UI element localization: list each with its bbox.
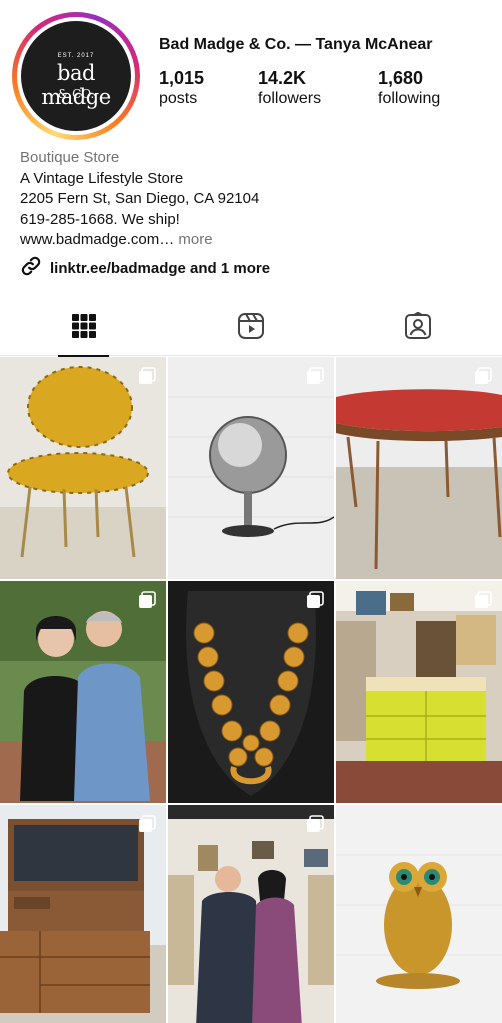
- post-thumbnail[interactable]: [168, 581, 334, 803]
- carousel-icon: [307, 815, 324, 832]
- carousel-icon: [139, 367, 156, 384]
- link-icon: [20, 255, 42, 282]
- bio-website[interactable]: www.badmadge.com…: [20, 231, 174, 248]
- tab-posts-grid[interactable]: [0, 300, 167, 357]
- post-image: [0, 805, 166, 1023]
- carousel-icon: [307, 367, 324, 384]
- stat-following-label: following: [378, 90, 441, 107]
- stat-followers-label: followers: [258, 90, 322, 107]
- logo-co-text: & CO.: [57, 87, 95, 101]
- post-image: [336, 805, 502, 1023]
- post-image: [168, 805, 334, 1023]
- post-thumbnail[interactable]: [0, 357, 166, 579]
- bio-category: Boutique Store: [20, 149, 120, 166]
- avatar-gap: EST. 2017 bad madge & CO.: [17, 17, 135, 135]
- bio-line: 2205 Fern St, San Diego, CA 92104: [20, 190, 260, 207]
- carousel-icon: [307, 591, 324, 608]
- profile-header: EST. 2017 bad madge & CO. Bad Madge & Co…: [0, 0, 502, 150]
- carousel-icon: [139, 591, 156, 608]
- account-name: Bad Madge & Co. — Tanya McAnear: [159, 36, 433, 53]
- post-thumbnail[interactable]: [336, 357, 502, 579]
- bio-website-row: www.badmadge.com… more: [20, 230, 259, 251]
- bio-link-text: linktr.ee/badmadge and 1 more: [50, 260, 271, 277]
- post-image: [0, 357, 166, 579]
- stat-followers[interactable]: 14.2K followers: [258, 68, 321, 108]
- grid-icon: [71, 313, 97, 344]
- post-image: [0, 581, 166, 803]
- post-image: [168, 357, 334, 579]
- tagged-icon: [404, 311, 432, 345]
- tab-reels[interactable]: [167, 300, 334, 356]
- post-thumbnail[interactable]: [0, 805, 166, 1023]
- tab-tagged[interactable]: [334, 300, 501, 356]
- bio-link[interactable]: linktr.ee/badmadge and 1 more: [20, 255, 270, 282]
- carousel-icon: [475, 591, 492, 608]
- post-thumbnail[interactable]: [168, 357, 334, 579]
- carousel-icon: [475, 367, 492, 384]
- post-thumbnail[interactable]: [0, 581, 166, 803]
- stat-posts[interactable]: 1,015 posts: [159, 68, 204, 108]
- carousel-icon: [139, 815, 156, 832]
- reels-icon: [237, 312, 265, 345]
- post-thumbnail[interactable]: [336, 581, 502, 803]
- story-ring[interactable]: EST. 2017 bad madge & CO.: [12, 12, 140, 140]
- stat-following[interactable]: 1,680 following: [378, 68, 440, 108]
- logo-est-text: EST. 2017: [57, 53, 95, 59]
- bio-more-link[interactable]: more: [178, 231, 212, 248]
- stat-following-value: 1,680: [378, 68, 424, 88]
- post-thumbnail[interactable]: [336, 805, 502, 1023]
- stat-posts-label: posts: [159, 90, 198, 107]
- stat-posts-value: 1,015: [159, 68, 205, 88]
- logo-name-text: bad madge: [41, 61, 111, 109]
- bio-line: A Vintage Lifestyle Store: [20, 169, 184, 187]
- profile-tabs: [0, 300, 502, 357]
- post-image: [168, 581, 334, 803]
- bio: Boutique Store A Vintage Lifestyle Store…: [20, 148, 259, 251]
- post-image: [336, 581, 502, 803]
- stat-followers-value: 14.2K: [258, 68, 307, 88]
- post-thumbnail[interactable]: [168, 805, 334, 1023]
- avatar[interactable]: EST. 2017 bad madge & CO.: [21, 21, 131, 131]
- bio-line: 619-285-1668. We ship!: [20, 210, 180, 228]
- post-image: [336, 357, 502, 579]
